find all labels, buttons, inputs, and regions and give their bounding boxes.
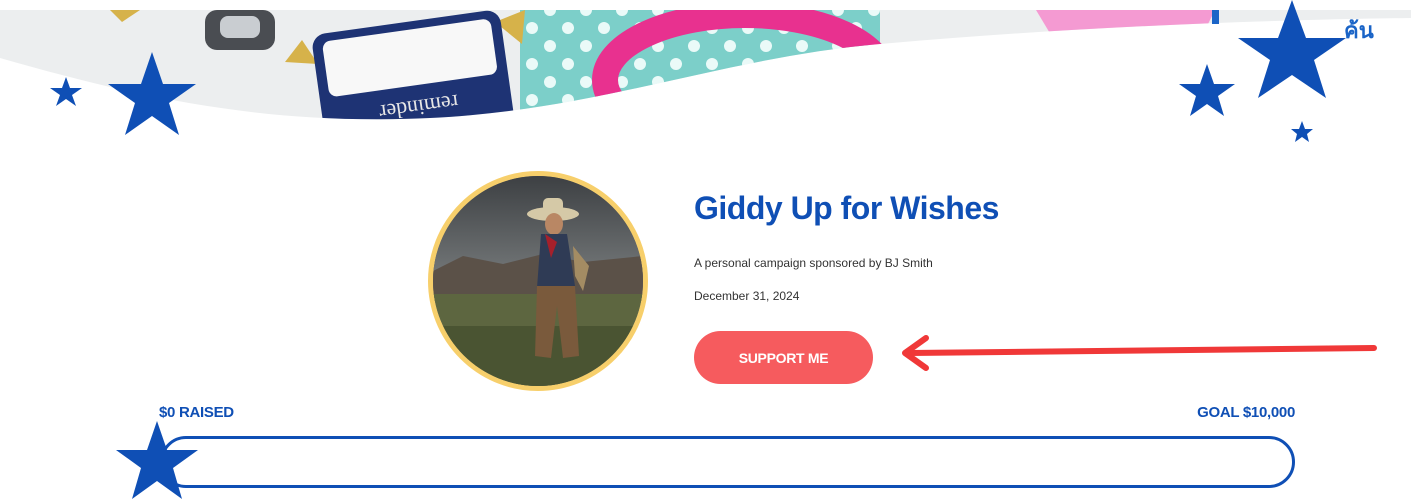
star-icon	[1179, 64, 1235, 116]
campaign-title: Giddy Up for Wishes	[694, 190, 999, 226]
hero-corner-text: ค้น	[1344, 19, 1374, 44]
goal-prefix: GOAL	[1197, 404, 1239, 421]
raised-amount: $0 RAISED	[159, 404, 234, 421]
star-icon	[1291, 121, 1313, 142]
star-icon	[116, 421, 198, 499]
goal-amount: GOAL $10,000	[1197, 404, 1295, 421]
support-me-button[interactable]: SUPPORT ME	[694, 331, 873, 384]
progress-bar	[160, 436, 1295, 488]
cowboy-photo	[433, 176, 643, 386]
hero-banner: reminder ค้น	[0, 0, 1411, 150]
campaign-avatar	[428, 171, 648, 391]
campaign-date: December 31, 2024	[694, 289, 800, 303]
sponsor-text: A personal campaign sponsored by BJ Smit…	[694, 256, 933, 270]
arrow-left-icon	[902, 335, 1377, 371]
star-icon	[50, 77, 82, 106]
goal-value: $10,000	[1242, 404, 1295, 421]
